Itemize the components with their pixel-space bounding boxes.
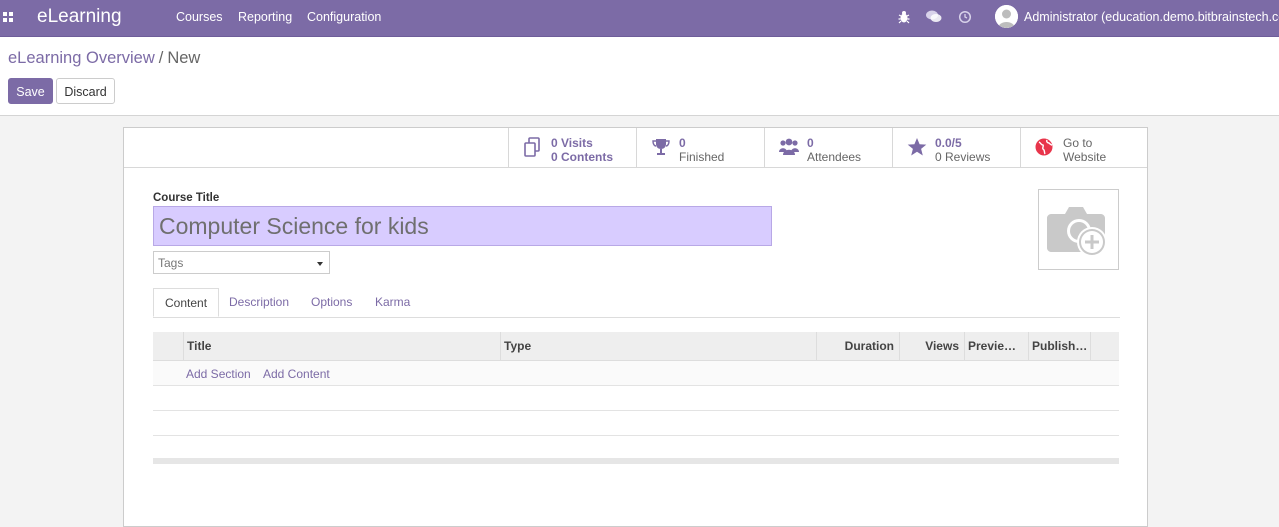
go-to-website-button[interactable]: Go to Website — [1020, 128, 1148, 167]
notebook-tabs: Content Description Options Karma — [153, 288, 1120, 318]
column-preview[interactable]: Previe… — [964, 332, 1028, 360]
breadcrumb-current: New — [167, 49, 201, 67]
tab-content[interactable]: Content — [153, 288, 220, 317]
add-content-link[interactable]: Add Content — [263, 367, 330, 381]
copy-icon — [524, 137, 540, 157]
tab-description[interactable]: Description — [229, 288, 289, 317]
star-icon — [907, 138, 927, 156]
stat-finished-button[interactable]: 0 Finished — [636, 128, 764, 167]
course-title-input[interactable]: Computer Science for kids — [153, 206, 772, 246]
stat-finished-label: Finished — [679, 150, 725, 164]
apps-grid-icon[interactable] — [3, 12, 14, 22]
stat-attendees-button[interactable]: 0 Attendees — [764, 128, 892, 167]
trash-column-header — [1090, 332, 1119, 360]
clock-icon[interactable] — [958, 9, 972, 25]
column-views[interactable]: Views — [899, 332, 964, 360]
stat-rating-value: 0.0/5 — [935, 136, 962, 150]
website-label: Website — [1063, 150, 1107, 164]
table-header: Title Type Duration Views Previe… Publis… — [153, 332, 1119, 361]
course-image-field[interactable] — [1038, 189, 1119, 270]
course-title-label: Course Title — [153, 192, 220, 204]
table-footer — [153, 458, 1119, 464]
handle-column-header — [153, 332, 183, 360]
avatar — [995, 5, 1018, 28]
stat-visits-button[interactable]: 0 Visits 0 Contents — [508, 128, 636, 167]
stat-attendees-value: 0 — [807, 136, 814, 150]
control-panel: eLearning Overview / New Save Discard — [0, 37, 1279, 116]
table-row — [153, 435, 1119, 460]
go-to-label: Go to — [1063, 136, 1093, 150]
stat-reviews-label: 0 Reviews — [935, 150, 991, 164]
stat-visits-value: 0 Visits — [551, 136, 593, 150]
discard-button[interactable]: Discard — [56, 78, 115, 104]
table-row — [153, 411, 1119, 436]
menu-courses[interactable]: Courses — [176, 10, 223, 24]
chat-icon[interactable] — [926, 9, 942, 25]
tab-karma[interactable]: Karma — [375, 288, 410, 317]
globe-icon — [1035, 138, 1053, 156]
stat-reviews-button[interactable]: 0.0/5 0 Reviews — [892, 128, 1020, 167]
breadcrumb-parent[interactable]: eLearning Overview — [8, 49, 155, 67]
column-duration[interactable]: Duration — [816, 332, 899, 360]
save-button[interactable]: Save — [8, 78, 53, 104]
app-brand[interactable]: eLearning — [37, 6, 122, 28]
column-published[interactable]: Publish… — [1028, 332, 1090, 360]
caret-down-icon — [317, 262, 323, 266]
breadcrumb: eLearning Overview / New — [8, 49, 200, 68]
trophy-icon — [652, 139, 670, 155]
bug-icon[interactable] — [898, 9, 910, 25]
tab-options[interactable]: Options — [311, 288, 352, 317]
stat-finished-value: 0 — [679, 136, 686, 150]
add-line-row: Add Section Add Content — [153, 361, 1119, 386]
stat-attendees-label: Attendees — [807, 150, 862, 164]
tags-select[interactable]: Tags — [153, 251, 330, 274]
user-name: Administrator (education.demo.bitbrainst… — [1024, 10, 1279, 24]
stat-contents-value: 0 Contents — [551, 150, 614, 164]
breadcrumb-separator: / — [158, 49, 164, 67]
column-title[interactable]: Title — [183, 332, 500, 360]
table-row — [153, 386, 1119, 411]
form-sheet: 0 Visits 0 Contents 0 Finished 0 Attende… — [123, 127, 1148, 527]
stat-button-box: 0 Visits 0 Contents 0 Finished 0 Attende… — [124, 128, 1147, 168]
top-navbar: eLearning Courses Reporting Configuratio… — [0, 0, 1279, 37]
menu-reporting[interactable]: Reporting — [238, 10, 292, 24]
tags-placeholder: Tags — [158, 256, 184, 270]
camera-add-icon — [1047, 207, 1107, 257]
users-icon — [779, 138, 799, 155]
add-section-link[interactable]: Add Section — [186, 367, 251, 381]
menu-configuration[interactable]: Configuration — [307, 10, 381, 24]
column-type[interactable]: Type — [500, 332, 816, 360]
